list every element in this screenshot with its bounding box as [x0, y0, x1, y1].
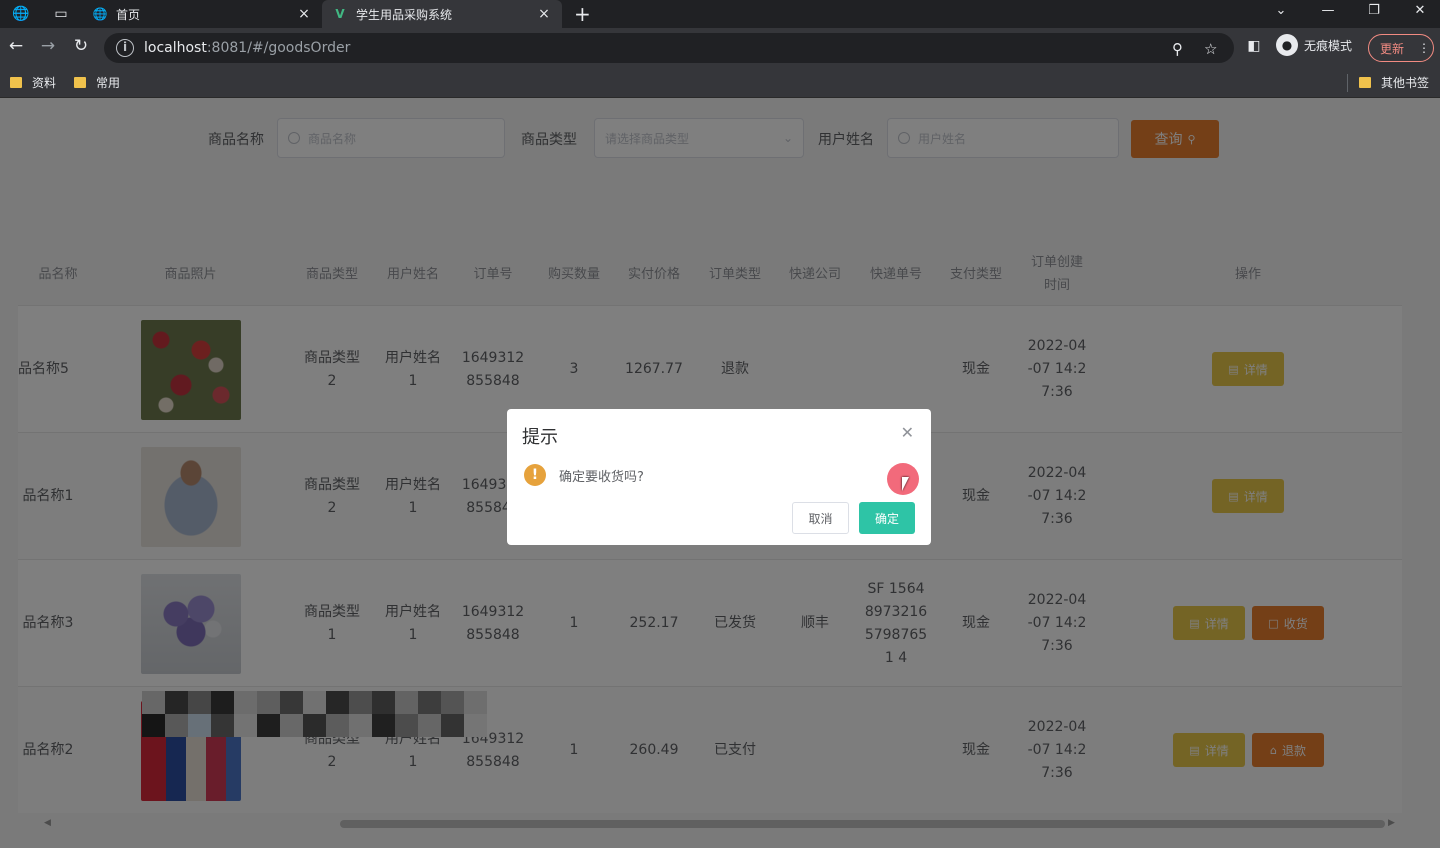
back-icon[interactable]: ← [5, 36, 27, 56]
tab-search-icon[interactable]: ▭ [50, 3, 72, 25]
divider [1347, 74, 1348, 92]
confirm-button[interactable]: 确定 [859, 502, 915, 534]
dialog-message: 确定要收货吗? [559, 470, 644, 485]
warning-icon: ! [524, 464, 546, 486]
sidebar-icon[interactable]: ◧ [1243, 38, 1265, 54]
confirm-dialog: 提示 ✕ ! 确定要收货吗? 取消 确定 [507, 409, 931, 545]
address-bar[interactable]: i localhost:8081/#/goodsOrder ⚲ ☆ [104, 33, 1234, 63]
tab-title: 首页 [116, 7, 141, 22]
folder-icon [74, 77, 86, 88]
bookmark-label: 常用 [96, 76, 121, 90]
bookmark-folder-changyong[interactable]: 常用 [74, 74, 120, 91]
globe-icon[interactable]: 🌐 [10, 3, 32, 25]
bookmarks-bar: 资料 常用 其他书签 [0, 68, 1440, 98]
close-icon[interactable]: × [536, 6, 552, 22]
cancel-button[interactable]: 取消 [792, 502, 849, 534]
bookmark-label: 其他书签 [1381, 76, 1430, 90]
dialog-title: 提示 [522, 427, 558, 448]
close-window-icon[interactable]: ✕ [1405, 3, 1435, 18]
new-tab-icon[interactable]: + [574, 2, 591, 26]
incognito-indicator[interactable]: ● 无痕模式 [1276, 34, 1352, 56]
restore-icon[interactable]: ❐ [1359, 3, 1389, 18]
url-path: :8081/#/goodsOrder [206, 40, 351, 56]
update-button[interactable]: 更新 ⋮ [1368, 34, 1434, 62]
more-icon: ⋮ [1418, 41, 1431, 55]
browser-toolbar: ← → ↻ i localhost:8081/#/goodsOrder ⚲ ☆ … [0, 28, 1440, 68]
globe-icon: 🌐 [92, 7, 108, 21]
url-host: localhost [144, 40, 207, 56]
bookmark-folder-other[interactable]: 其他书签 [1359, 74, 1429, 91]
tab-home[interactable]: 🌐 首页 × [82, 0, 322, 28]
mouse-cursor-icon [902, 477, 909, 491]
star-icon[interactable]: ☆ [1204, 40, 1217, 58]
tab-list-icon[interactable]: ⌄ [1266, 3, 1296, 18]
close-icon[interactable]: × [296, 6, 312, 22]
minimize-icon[interactable]: — [1313, 3, 1343, 18]
reload-icon[interactable]: ↻ [70, 36, 92, 56]
tab-procurement[interactable]: V 学生用品采购系统 × [322, 0, 562, 28]
key-icon[interactable]: ⚲ [1172, 40, 1183, 58]
info-icon[interactable]: i [116, 39, 134, 57]
update-label: 更新 [1380, 41, 1405, 56]
incognito-label: 无痕模式 [1304, 38, 1353, 53]
folder-icon [1359, 77, 1371, 88]
forward-icon[interactable]: → [37, 36, 59, 56]
bookmark-folder-ziliao[interactable]: 资料 [10, 74, 56, 91]
browser-tab-bar: 🌐 ▭ 🌐 首页 × V 学生用品采购系统 × + ⌄ — ❐ ✕ [0, 0, 1440, 28]
incognito-icon: ● [1276, 34, 1298, 56]
tab-title: 学生用品采购系统 [356, 7, 453, 22]
folder-icon [10, 77, 22, 88]
close-icon[interactable]: ✕ [901, 423, 914, 442]
bookmark-label: 资料 [32, 76, 57, 90]
vue-logo-icon: V [335, 7, 345, 21]
